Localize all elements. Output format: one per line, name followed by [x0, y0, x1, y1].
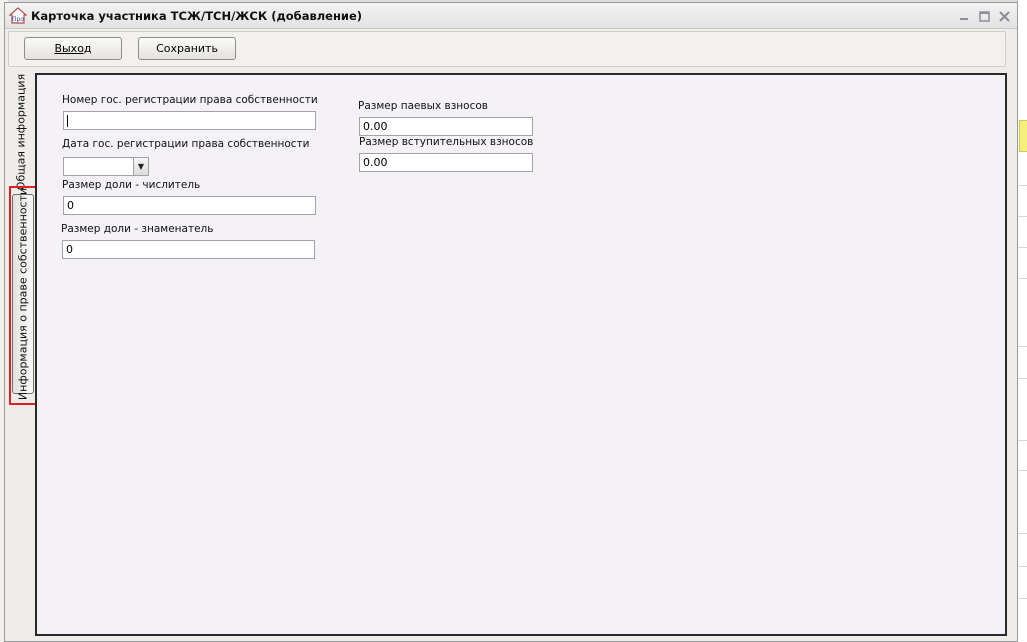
window-title: Карточка участника ТСЖ/ТСН/ЖСК (добавлен…: [31, 9, 363, 23]
ownership-info-panel: Номер гос. регистрации права собственнос…: [35, 73, 1007, 636]
share-denominator-field[interactable]: 0: [62, 240, 315, 259]
toolbar: Выход Сохранить: [8, 31, 1006, 67]
exit-button-label: Выход: [54, 42, 92, 55]
minimize-icon[interactable]: [957, 9, 971, 23]
share-contributions-field[interactable]: 0.00: [359, 117, 533, 136]
text-cursor: [67, 115, 68, 127]
reg-date-label: Дата гос. регистрации права собственност…: [62, 138, 310, 150]
app-icon-text: Про: [12, 16, 24, 23]
entrance-contributions-label: Размер вступительных взносов: [359, 136, 534, 148]
house-icon: Про: [9, 7, 27, 24]
reg-number-label: Номер гос. регистрации права собственнос…: [62, 94, 318, 106]
entrance-contributions-field[interactable]: 0.00: [359, 153, 533, 172]
background-highlight-cell: [1019, 120, 1027, 152]
share-numerator-field[interactable]: 0: [63, 196, 316, 215]
close-icon[interactable]: [997, 9, 1011, 23]
share-contributions-label: Размер паевых взносов: [358, 100, 488, 112]
tab-general-info-label: Общая информация: [14, 73, 28, 191]
title-bar[interactable]: Про Карточка участника ТСЖ/ТСН/ЖСК (доба…: [5, 3, 1017, 29]
chevron-down-icon[interactable]: ▼: [133, 158, 148, 175]
save-button-label: Сохранить: [156, 42, 218, 55]
reg-date-picker[interactable]: ▼: [63, 157, 149, 176]
exit-button[interactable]: Выход: [24, 37, 122, 60]
background-app-right: [1017, 0, 1027, 642]
share-denominator-label: Размер доли - знаменатель: [61, 223, 214, 235]
reg-number-field[interactable]: [63, 111, 316, 130]
share-numerator-label: Размер доли - числитель: [62, 179, 201, 191]
maximize-icon[interactable]: [977, 9, 991, 23]
tab-general-info[interactable]: Общая информация: [11, 74, 31, 190]
save-button[interactable]: Сохранить: [138, 37, 236, 60]
